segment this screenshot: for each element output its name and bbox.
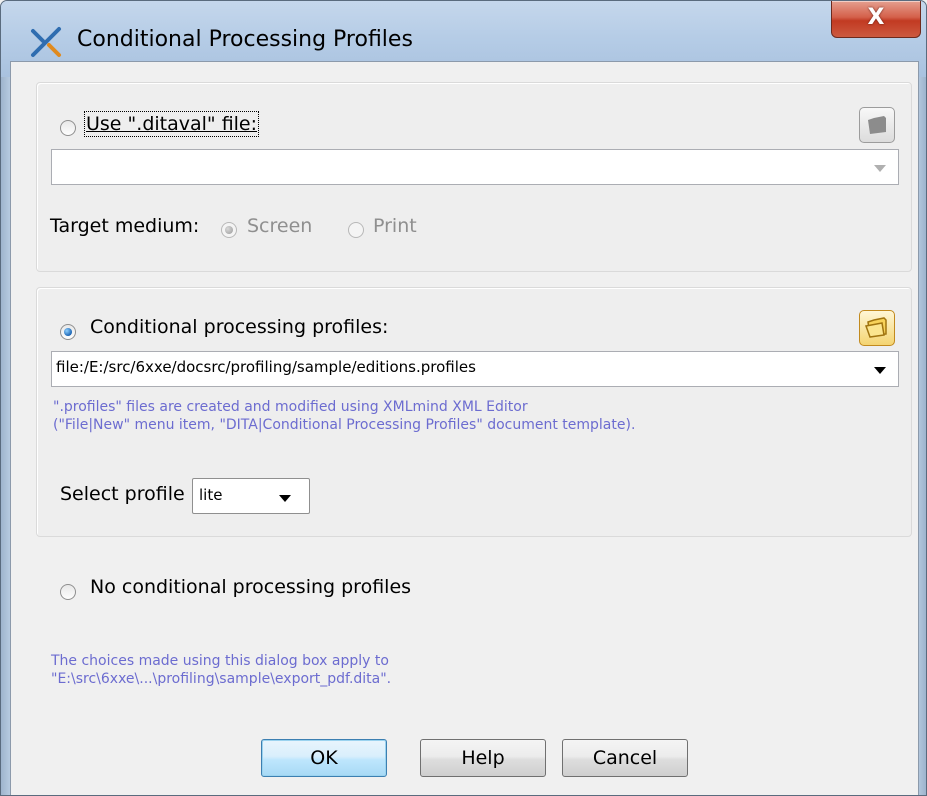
profiles-panel: Conditional processing profiles: file:/E…: [36, 287, 912, 537]
app-icon: [31, 27, 61, 57]
print-radio[interactable]: [348, 222, 364, 238]
dialog-client-area: Use ".ditaval" file: Target medium: Scre…: [10, 61, 919, 795]
profiles-note-line2: ("File|New" menu item, "DITA|Conditional…: [53, 417, 636, 433]
close-icon: X: [867, 5, 885, 30]
help-button[interactable]: Help: [420, 739, 546, 777]
ditaval-panel: Use ".ditaval" file: Target medium: Scre…: [36, 82, 912, 272]
profiles-browse-button[interactable]: [859, 310, 895, 346]
footer-note-line1: The choices made using this dialog box a…: [51, 653, 389, 669]
profiles-radio-label[interactable]: Conditional processing profiles:: [90, 316, 388, 338]
profiles-radio[interactable]: [60, 324, 76, 340]
footer-note-line2: "E:\src\6xxe\...\profiling\sample\export…: [51, 671, 392, 687]
ditaval-browse-button[interactable]: [859, 107, 895, 143]
dialog-window: Conditional Processing Profiles X Use ".…: [0, 0, 927, 796]
chevron-down-icon: [279, 495, 291, 502]
chevron-down-icon: [874, 165, 886, 172]
chevron-down-icon: [874, 367, 886, 374]
profile-select[interactable]: lite: [192, 478, 310, 514]
profiles-path-value: file:/E:/src/6xxe/docsrc/profiling/sampl…: [56, 358, 476, 376]
print-radio-label: Print: [373, 215, 417, 237]
folder-icon: [868, 116, 886, 134]
profiles-note-line1: ".profiles" files are created and modifi…: [53, 399, 528, 415]
ditaval-path-combo[interactable]: [51, 149, 899, 185]
profiles-path-combo[interactable]: file:/E:/src/6xxe/docsrc/profiling/sampl…: [51, 351, 899, 387]
folder-open-icon: [864, 317, 887, 338]
window-title: Conditional Processing Profiles: [77, 27, 413, 52]
ok-button[interactable]: OK: [261, 739, 387, 777]
close-button[interactable]: X: [831, 1, 921, 38]
screen-radio[interactable]: [221, 222, 237, 238]
screen-radio-label: Screen: [247, 215, 313, 237]
profile-select-value: lite: [199, 486, 223, 504]
no-profiles-label[interactable]: No conditional processing profiles: [90, 576, 411, 598]
cancel-button[interactable]: Cancel: [562, 739, 688, 777]
ditaval-radio-label[interactable]: Use ".ditaval" file:: [83, 111, 260, 137]
select-profile-label: Select profile: [60, 483, 185, 505]
no-profiles-radio[interactable]: [60, 584, 76, 600]
ditaval-radio[interactable]: [60, 120, 76, 136]
target-medium-label: Target medium:: [50, 215, 200, 237]
